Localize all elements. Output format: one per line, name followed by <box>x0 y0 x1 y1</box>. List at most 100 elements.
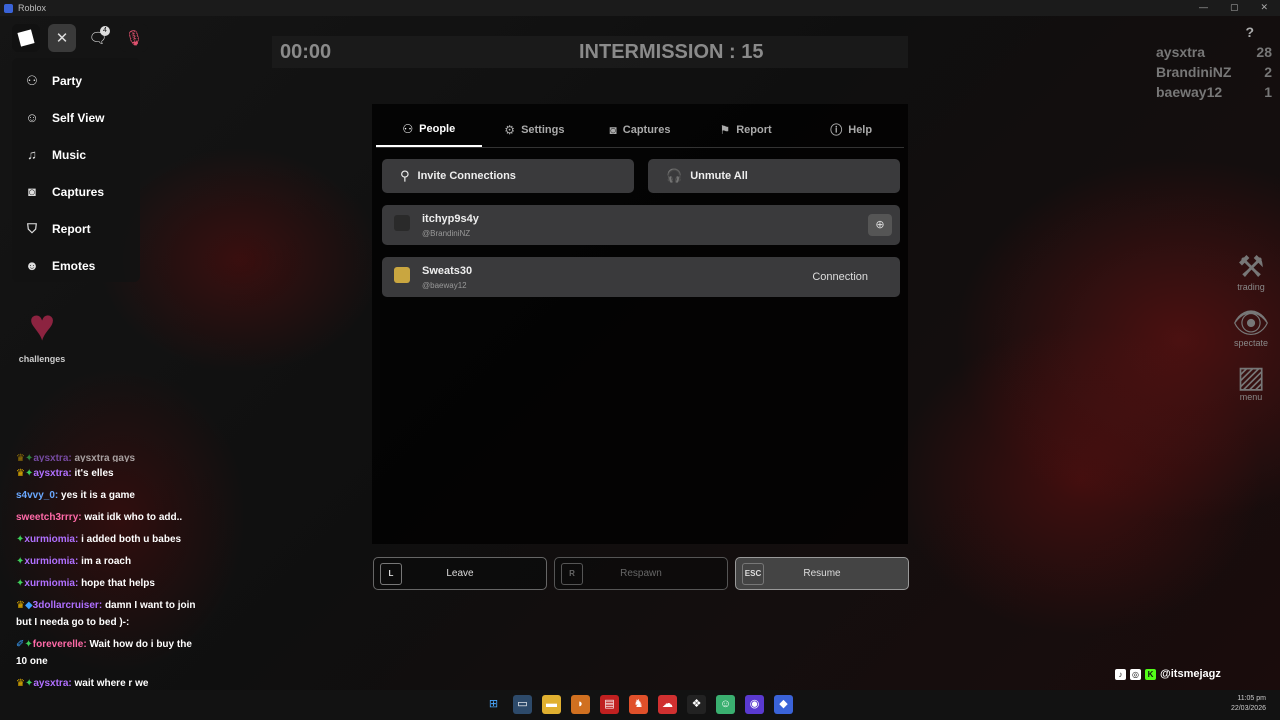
window-title-bar: Roblox — ▢ ✕ <box>0 0 1280 16</box>
taskbar: ⊞ ▭ ▬ ◗ ▤ ♞ ☁ ❖ ☺ ◉ ◆ 11:05 pm 22/03/202… <box>0 690 1280 720</box>
respawn-label: Respawn <box>620 568 662 579</box>
chat-message: ✦xurmiomia: im a roach <box>16 556 132 567</box>
brave-browser-icon[interactable]: ♞ <box>629 695 648 714</box>
player-display-name: Sweats30 <box>422 265 473 277</box>
chat-user: 3dollarcruiser: <box>32 600 103 611</box>
player-row[interactable]: Sweats30 @baeway12 Connection <box>382 257 900 297</box>
player-name: baeway12 <box>1156 84 1223 100</box>
chat-button[interactable]: 🗨 4 <box>84 24 112 52</box>
help-question-icon[interactable]: ? <box>1245 24 1254 40</box>
spectate-button[interactable]: 👁 spectate <box>1228 306 1274 348</box>
trading-label: trading <box>1237 282 1265 292</box>
side-menu-item-emotes[interactable]: ☻ Emotes <box>12 247 140 284</box>
leaderboard: aysxtra 28 BrandiniNZ 2 baeway12 1 <box>1156 44 1272 104</box>
resume-button[interactable]: ESC Resume <box>735 557 909 590</box>
side-menu-label: Self View <box>52 110 105 125</box>
gear-icon: ⚙ <box>504 122 516 137</box>
side-menu-item-captures[interactable]: ◙ Captures <box>12 173 140 210</box>
heart-icon: ♥ <box>28 301 56 350</box>
challenges-button[interactable]: ♥ challenges <box>14 301 70 365</box>
trading-button[interactable]: ⚒ trading <box>1228 250 1274 292</box>
roblox-app-icon <box>4 3 13 13</box>
minimize-icon[interactable]: — <box>1199 2 1208 13</box>
roblox-menu-button[interactable] <box>12 24 40 52</box>
discord-icon[interactable]: ☺ <box>716 695 735 714</box>
leave-button[interactable]: L Leave <box>373 557 547 590</box>
tab-report[interactable]: ⚑ Report <box>693 112 799 147</box>
headphones-icon: 🎧 <box>666 168 683 183</box>
windows-start-icon[interactable]: ⊞ <box>484 695 503 714</box>
figma-icon[interactable]: ❖ <box>687 695 706 714</box>
leaderboard-row[interactable]: baeway12 1 <box>1156 84 1272 104</box>
chat-message: ✦xurmiomia: i added both u babes <box>16 534 182 545</box>
handle-text: @itsmejagz <box>1160 668 1221 680</box>
tab-label: Help <box>848 123 873 136</box>
shield-icon: ⛉ <box>27 220 37 236</box>
unmute-all-button[interactable]: 🎧 Unmute All <box>648 159 900 193</box>
side-menu-item-music[interactable]: ♫ Music <box>12 136 140 173</box>
player-username: @baeway12 <box>422 281 467 290</box>
avatar <box>394 267 410 283</box>
tab-help[interactable]: ⓘ Help <box>798 112 904 147</box>
invite-connections-button[interactable]: ⚲ Invite Connections <box>382 159 634 193</box>
clock-date: 22/03/2026 <box>1230 705 1266 712</box>
music-icon: ♫ <box>27 147 37 162</box>
chat-text: wait where r we <box>74 678 149 689</box>
roblox-taskbar-icon[interactable]: ◆ <box>774 695 793 714</box>
chat-message: ✐✦foreverelle: Wait how do i buy the 10 … <box>16 639 192 667</box>
chat-user: aysxtra: <box>33 678 72 689</box>
tab-label: People <box>419 122 456 135</box>
tab-label: Settings <box>521 123 565 136</box>
player-display-name: itchyp9s4y <box>422 213 479 225</box>
eye-icon: 👁 <box>1231 307 1271 340</box>
stream-chat: ♛✦aysxtra: aysxtra gays ♛✦aysxtra: it's … <box>16 450 196 697</box>
player-score: 1 <box>1264 84 1272 100</box>
player-username: @BrandiniNZ <box>422 229 471 238</box>
player-score: 28 <box>1256 44 1272 60</box>
side-menu-label: Captures <box>52 184 105 199</box>
chat-message: ♛✦aysxtra: it's elles <box>16 468 114 479</box>
tab-captures[interactable]: ◙ Captures <box>587 112 693 147</box>
connection-status: Connection <box>812 271 868 283</box>
obs-icon[interactable]: ◉ <box>745 695 764 714</box>
flag-icon: ⚑ <box>719 122 731 137</box>
intermission-label: INTERMISSION : 15 <box>579 41 764 63</box>
folder-icon[interactable]: ▬ <box>542 695 561 714</box>
side-menu-item-report[interactable]: ⛉ Report <box>12 210 140 247</box>
player-row[interactable]: itchyp9s4y @BrandiniNZ ⊕ <box>382 205 900 245</box>
cloud-app-icon[interactable]: ☁ <box>658 695 677 714</box>
tab-settings[interactable]: ⚙ Settings <box>482 112 588 147</box>
chat-message: ♛✦aysxtra: aysxtra gays <box>16 453 136 462</box>
tiktok-icon: ♪ <box>1115 668 1126 680</box>
side-menu-item-self-view[interactable]: ☺ Self View <box>12 99 140 136</box>
leaderboard-row[interactable]: BrandiniNZ 2 <box>1156 64 1272 84</box>
menu-tabs: ⚇ People ⚙ Settings ◙ Captures ⚑ Report ⓘ Hel… <box>376 112 904 148</box>
chat-text: i added both u babes <box>81 534 182 545</box>
side-menu-label: Music <box>52 147 87 162</box>
respawn-key: R <box>561 562 583 585</box>
monitor-icon[interactable]: ▭ <box>513 695 532 714</box>
mic-button[interactable]: 🎙 <box>120 24 148 52</box>
close-menu-button[interactable]: ✕ <box>48 24 76 52</box>
mic-muted-icon: 🎙 <box>124 30 144 47</box>
tab-people[interactable]: ⚇ People <box>376 112 482 147</box>
player-name: BrandiniNZ <box>1156 64 1232 80</box>
leaderboard-row[interactable]: aysxtra 28 <box>1156 44 1272 64</box>
app-icon[interactable]: ▤ <box>600 695 619 714</box>
close-window-icon[interactable]: ✕ <box>1260 2 1268 13</box>
zoom-in-icon: ⊕ <box>875 219 885 231</box>
chat-text: wait idk who to add.. <box>84 512 183 523</box>
help-icon: ⓘ <box>830 123 843 137</box>
respawn-button[interactable]: R Respawn <box>554 557 728 590</box>
instagram-icon: ◎ <box>1130 668 1141 680</box>
chat-user: sweetch3rrry: <box>16 512 82 523</box>
inspect-button[interactable]: ⊕ <box>868 214 892 236</box>
game-menu-button[interactable]: ▨ menu <box>1228 360 1274 402</box>
side-menu-item-party[interactable]: ⚇ Party <box>12 62 140 99</box>
resume-key: ESC <box>742 562 764 585</box>
chat-user: aysxtra: <box>33 468 72 479</box>
resume-label: Resume <box>803 568 841 579</box>
people-icon: ⚇ <box>402 121 414 136</box>
shield-app-icon[interactable]: ◗ <box>571 695 590 714</box>
maximize-icon[interactable]: ▢ <box>1230 2 1239 13</box>
